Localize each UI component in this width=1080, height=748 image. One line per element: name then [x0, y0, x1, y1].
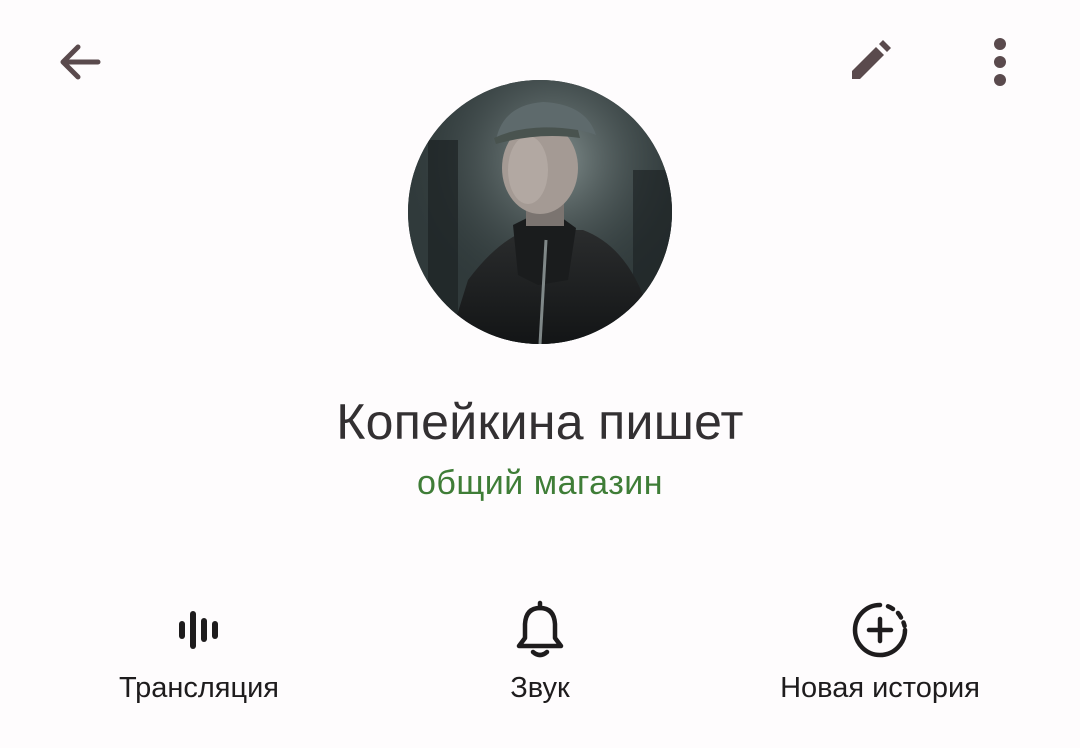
new-story-button[interactable]: Новая история: [730, 590, 1030, 720]
live-stream-icon: [159, 590, 239, 670]
channel-name: Копейкина пишет: [336, 394, 744, 450]
sound-button[interactable]: Звук: [390, 590, 690, 720]
live-stream-label: Трансляция: [119, 672, 279, 704]
channel-status: общий магазин: [416, 464, 664, 502]
pencil-icon: [844, 37, 894, 92]
new-story-label: Новая история: [780, 672, 980, 704]
channel-avatar[interactable]: [408, 80, 672, 344]
back-button[interactable]: [40, 24, 120, 104]
edit-button[interactable]: [829, 24, 909, 104]
add-story-icon: [840, 590, 920, 670]
sound-label: Звук: [510, 672, 570, 704]
live-stream-button[interactable]: Трансляция: [49, 590, 349, 720]
more-options-button[interactable]: [960, 24, 1040, 104]
bell-icon: [500, 590, 580, 670]
arrow-left-icon: [54, 36, 106, 93]
more-vertical-icon: [992, 37, 1008, 91]
